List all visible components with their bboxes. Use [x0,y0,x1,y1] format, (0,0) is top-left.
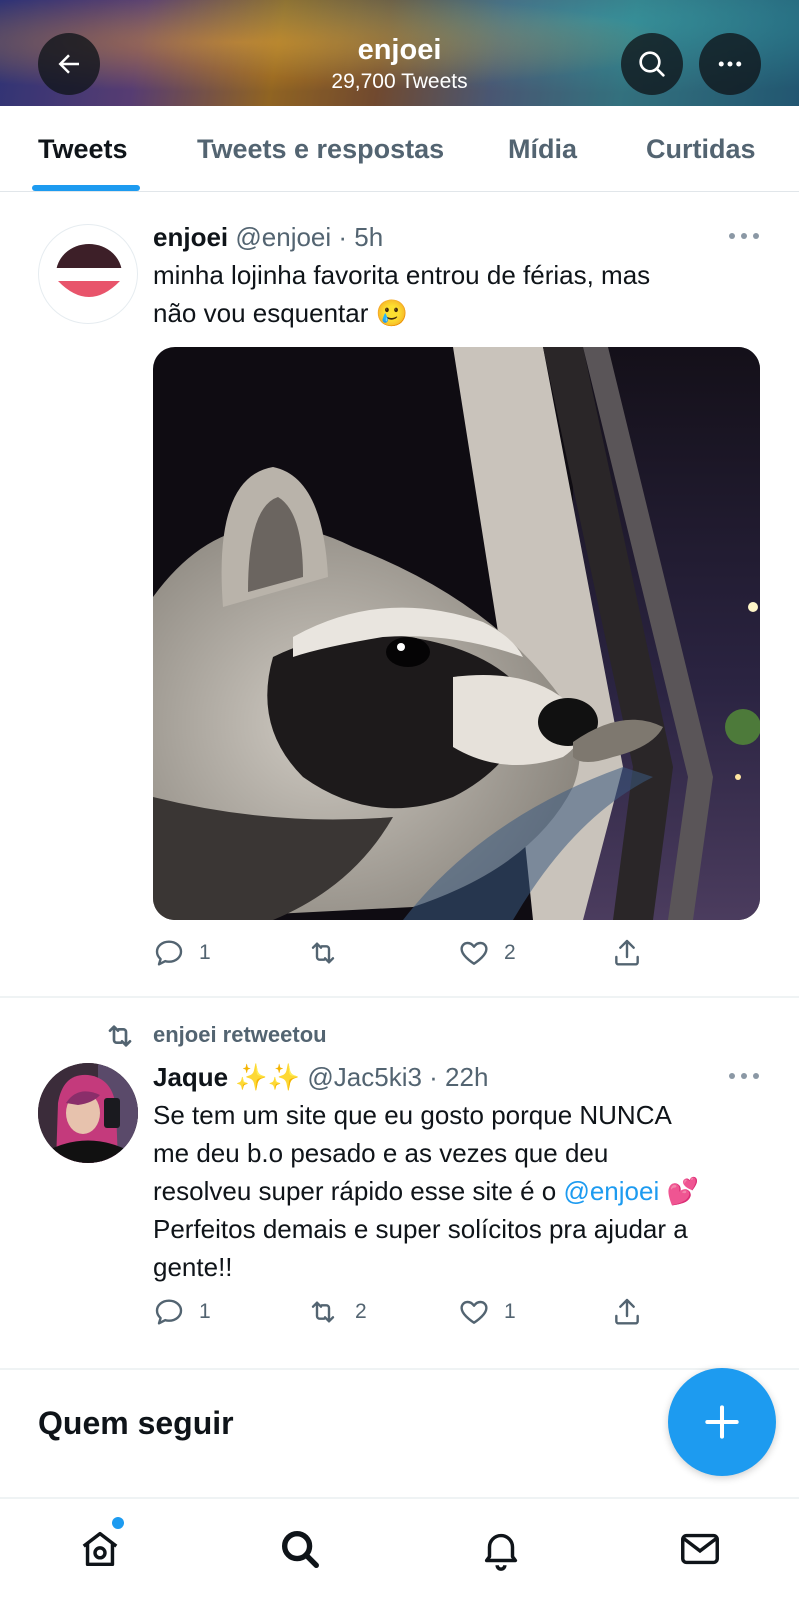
reply-button[interactable]: 1 [153,1296,211,1328]
like-count: 2 [504,941,516,964]
section-divider [0,1368,799,1370]
retweet-icon [311,1301,335,1323]
author-name[interactable]: Jaque [153,1062,228,1092]
bottom-navigation [0,1497,799,1600]
nav-search[interactable] [272,1521,328,1577]
compose-tweet-button[interactable] [668,1368,776,1476]
retweeted-by-label[interactable]: enjoei retweetou [153,1022,327,1048]
active-tab-indicator [32,185,140,191]
more-horizontal-icon [718,61,742,67]
tweet-more-button[interactable] [729,232,759,240]
who-to-follow-title: Quem seguir [38,1405,234,1441]
like-count: 1 [504,1300,516,1323]
profile-header: enjoei 29,700 Tweets [0,0,799,106]
plus-icon [705,1405,739,1439]
author-name[interactable]: enjoei [153,222,228,252]
notification-dot [112,1517,124,1529]
tweet-more-button[interactable] [729,1072,759,1080]
like-button[interactable]: 1 [458,1296,516,1328]
bell-icon [484,1533,518,1571]
reply-icon [155,1299,183,1325]
search-button[interactable] [621,33,683,95]
search-icon [639,51,665,77]
share-button[interactable] [611,1296,643,1328]
like-button[interactable]: 2 [458,937,516,969]
user-avatar-photo [38,1063,138,1163]
tweet-actions: 1 2 1 [153,1296,673,1336]
nav-home[interactable] [72,1517,128,1577]
retweet-button[interactable] [305,937,355,969]
share-icon [615,939,639,966]
more-options-button[interactable] [699,33,761,95]
nav-messages[interactable] [672,1521,728,1577]
profile-tabs: Tweets Tweets e respostas Mídia Curtidas [0,106,799,192]
reply-button[interactable]: 1 [153,937,211,969]
tweet-divider [0,996,799,998]
author-handle[interactable]: @enjoei · 5h [235,222,383,252]
heart-icon [460,1300,488,1324]
heart-icon [460,941,488,965]
tweet-text: Se tem um site que eu gosto porque NUNCA… [153,1100,699,1282]
retweet-icon [108,1025,132,1047]
reply-icon [155,940,183,966]
share-button[interactable] [611,937,643,969]
avatar[interactable] [38,1063,138,1163]
retweet-icon [311,942,335,964]
tweet-media-image[interactable] [153,347,760,920]
reply-count: 1 [199,941,211,964]
tab-media[interactable]: Mídia [508,134,577,165]
raccoon-photo [153,347,760,920]
retweet-count: 2 [355,1300,367,1323]
home-icon [82,1531,118,1567]
enjoei-logo [56,244,122,297]
tab-likes[interactable]: Curtidas [646,134,756,165]
sparkles-emoji: ✨✨ [235,1062,301,1092]
tweet-actions: 1 2 [153,937,673,977]
smiling-tear-emoji: 🥲 [375,298,408,328]
tab-tweets-and-replies[interactable]: Tweets e respostas [197,134,444,165]
share-icon [615,1298,639,1325]
search-icon [281,1530,319,1568]
mention-link[interactable]: @enjoei [563,1176,659,1206]
mail-icon [681,1533,719,1565]
two-hearts-emoji: 💕 [666,1176,699,1206]
avatar[interactable] [38,224,138,324]
tab-tweets[interactable]: Tweets [38,134,128,165]
reply-count: 1 [199,1300,211,1323]
nav-notifications[interactable] [473,1521,529,1577]
tweet-text: minha lojinha favorita entrou de férias,… [153,260,651,328]
retweet-button[interactable]: 2 [305,1296,367,1328]
author-handle[interactable]: @Jac5ki3 · 22h [307,1062,488,1092]
